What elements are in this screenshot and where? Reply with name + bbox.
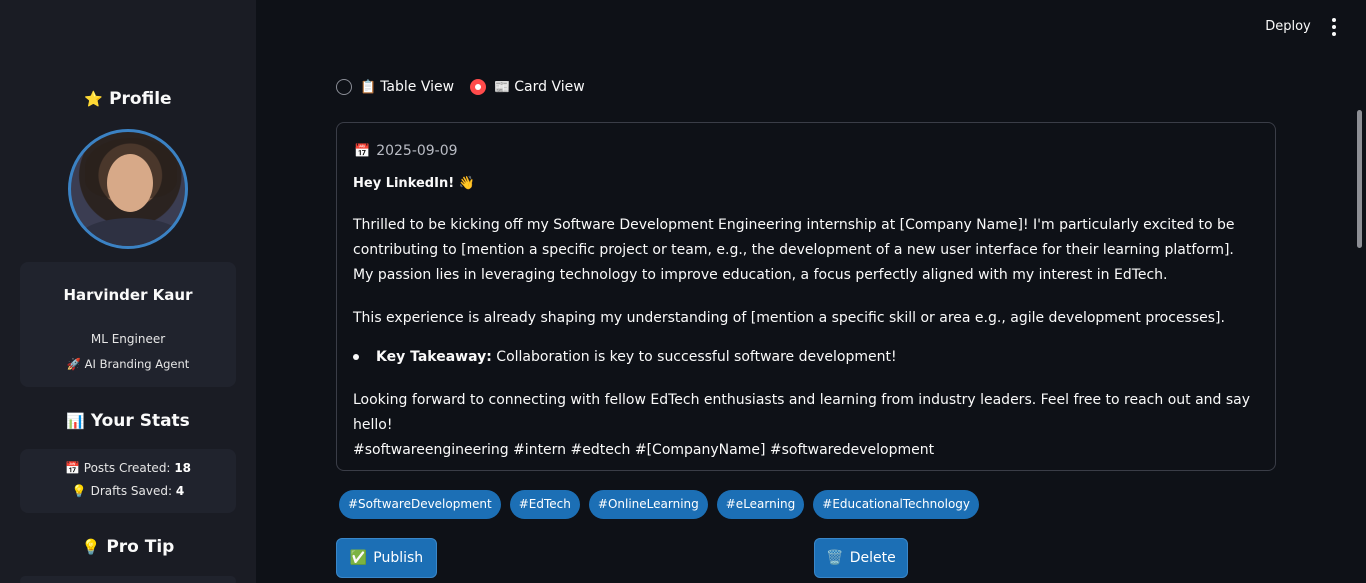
trash-icon: 🗑️ [826, 550, 844, 566]
post-bullet: Key Takeaway: Collaboration is key to su… [376, 345, 897, 370]
avatar-shirt [79, 218, 183, 246]
stats-heading: 📊 Your Stats [0, 411, 256, 431]
hashtag-chip[interactable]: #SoftwareDevelopment [339, 490, 501, 519]
bullet-text: Collaboration is key to successful softw… [491, 349, 897, 365]
rocket-icon: 🚀 [66, 357, 81, 371]
avatar-face [107, 154, 153, 212]
post-closing: Looking forward to connecting with fello… [353, 392, 1251, 433]
delete-button[interactable]: 🗑️ Delete [814, 538, 908, 578]
post-date-value: 2025-09-09 [376, 143, 458, 159]
publish-button[interactable]: ✅ Publish [336, 538, 437, 578]
post-greeting: Hey LinkedIn! 👋 [353, 176, 475, 191]
post-paragraph: This experience is already shaping my un… [353, 310, 1225, 326]
post-paragraph: Looking forward to connecting with fello… [353, 388, 1253, 463]
post-hashtags: #softwareengineering #intern #edtech #[C… [353, 442, 935, 458]
post-card: 📅 2025-09-09 Hey LinkedIn! 👋 Thrilled to … [336, 122, 1276, 471]
radio-card-view[interactable]: 📰 Card View [470, 79, 585, 95]
view-toggle: 📋 Table View 📰 Card View [336, 76, 601, 98]
kebab-menu-icon[interactable] [1326, 16, 1342, 38]
delete-label: Delete [849, 550, 896, 566]
calendar-icon: 📅 [64, 461, 80, 475]
lightbulb-icon: 💡 [71, 484, 87, 498]
pro-tip-heading-label: Pro Tip [106, 537, 175, 557]
hashtag-chip[interactable]: #EdTech [509, 490, 580, 519]
profile-card: Harvinder Kaur ML Engineer 🚀 AI Branding… [20, 262, 236, 387]
profile-agent-label: AI Branding Agent [84, 357, 190, 371]
hashtag-chip[interactable]: #OnlineLearning [588, 490, 708, 519]
stats-card: 📅 Posts Created: 18 💡 Drafts Saved: 4 [20, 449, 236, 513]
stat-drafts-saved: 💡 Drafts Saved: 4 [20, 484, 236, 498]
bullet-icon [353, 354, 359, 360]
bullet-bold: Key Takeaway: [376, 349, 492, 365]
menu-dot [1332, 18, 1336, 22]
post-paragraph: Thrilled to be kicking off my Software D… [353, 217, 1235, 283]
post-date: 📅 2025-09-09 [354, 143, 458, 159]
stat-label: Drafts Saved: [90, 484, 173, 498]
radio-label-text: Card View [514, 79, 585, 95]
lightbulb-icon: 💡 [81, 538, 101, 556]
hashtag-chips: #SoftwareDevelopment #EdTech #OnlineLear… [339, 490, 988, 519]
star-icon: ⭐ [84, 90, 104, 108]
radio-label-text: Table View [380, 79, 455, 95]
menu-dot [1332, 25, 1336, 29]
check-icon: ✅ [349, 550, 368, 566]
hashtag-chip[interactable]: #eLearning [716, 490, 805, 519]
clipboard-icon: 📋 [360, 80, 377, 95]
profile-heading-label: Profile [109, 89, 172, 109]
profile-role: ML Engineer [90, 332, 166, 346]
profile-agent: 🚀 AI Branding Agent [20, 357, 236, 371]
stat-value: 18 [174, 461, 192, 475]
avatar [68, 129, 188, 249]
bar-chart-icon: 📊 [66, 412, 85, 430]
hashtag-chip[interactable]: #EducationalTechnology [813, 490, 979, 519]
pro-tip-heading: 💡 Pro Tip [0, 537, 256, 557]
stat-value: 4 [175, 484, 185, 498]
radio-table-view[interactable]: 📋 Table View [336, 79, 454, 95]
newspaper-icon: 📰 [494, 80, 511, 95]
radio-button-unselected[interactable] [336, 79, 352, 95]
deploy-button[interactable]: Deploy [1256, 16, 1320, 38]
menu-dot [1332, 32, 1336, 36]
stat-label: Posts Created: [83, 461, 171, 475]
pro-tip-card [20, 576, 236, 583]
sidebar: ⭐ Profile Harvinder Kaur ML Engineer 🚀 AI… [0, 0, 256, 583]
scrollbar[interactable] [1357, 110, 1362, 248]
radio-button-selected[interactable] [470, 79, 487, 95]
stats-heading-label: Your Stats [90, 411, 190, 431]
publish-label: Publish [373, 550, 424, 566]
profile-heading: ⭐ Profile [0, 89, 256, 109]
profile-name: Harvinder Kaur [63, 286, 193, 304]
calendar-icon: 📅 [354, 144, 371, 159]
stat-posts-created: 📅 Posts Created: 18 [20, 461, 236, 475]
radio-label: 📋 Table View [360, 79, 454, 95]
radio-label: 📰 Card View [494, 79, 585, 95]
